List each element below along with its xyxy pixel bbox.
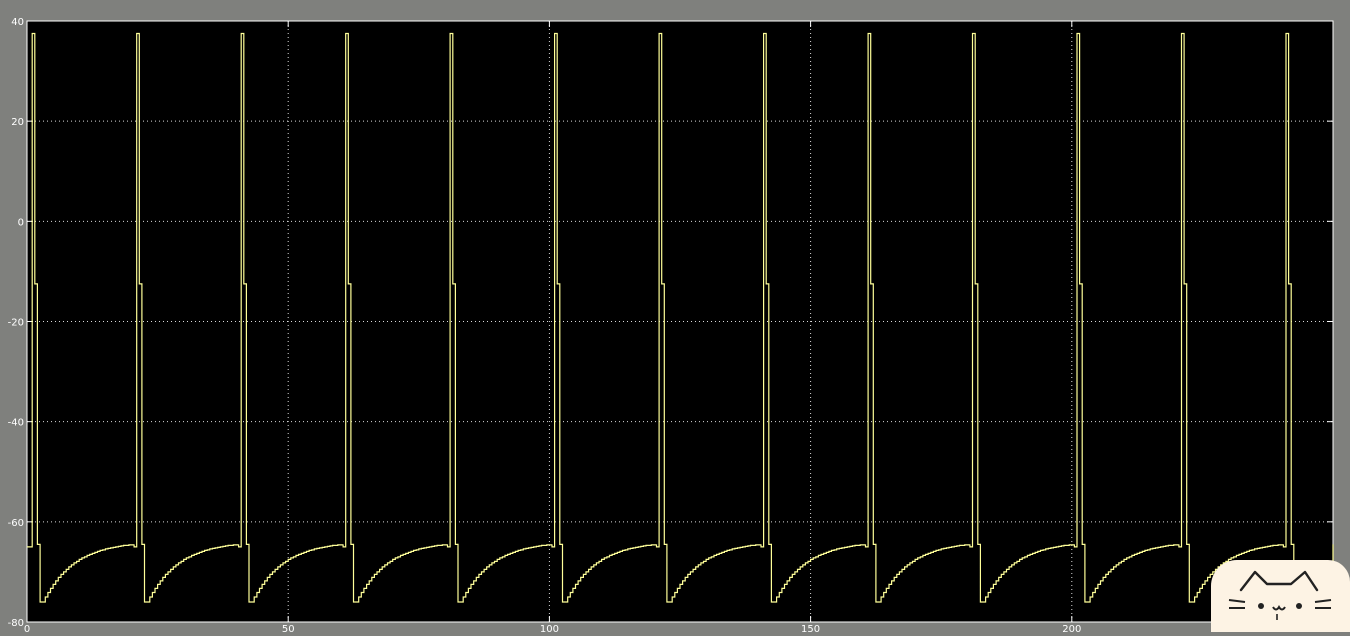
y-tick-label: 40: [11, 17, 24, 28]
x-tick-label: 150: [801, 624, 820, 632]
y-tick-label: -80: [8, 618, 24, 629]
x-tick-label: 50: [282, 624, 295, 632]
x-tick-label: 100: [540, 624, 559, 632]
y-tick-label: -40: [8, 418, 24, 429]
cat-badge: [1211, 560, 1350, 632]
x-tick-label: 200: [1062, 624, 1081, 632]
cat-face-icon: [1228, 570, 1332, 620]
scope-plot: -80 -60 -40 -20 0 20 40 0 50 100 150 200: [8, 17, 1334, 632]
x-tick-label: 0: [24, 624, 30, 632]
y-tick-label: 0: [18, 217, 24, 228]
y-tick-label: 20: [11, 117, 24, 128]
y-tick-label: -20: [8, 318, 24, 329]
y-tick-label: -60: [8, 518, 24, 529]
